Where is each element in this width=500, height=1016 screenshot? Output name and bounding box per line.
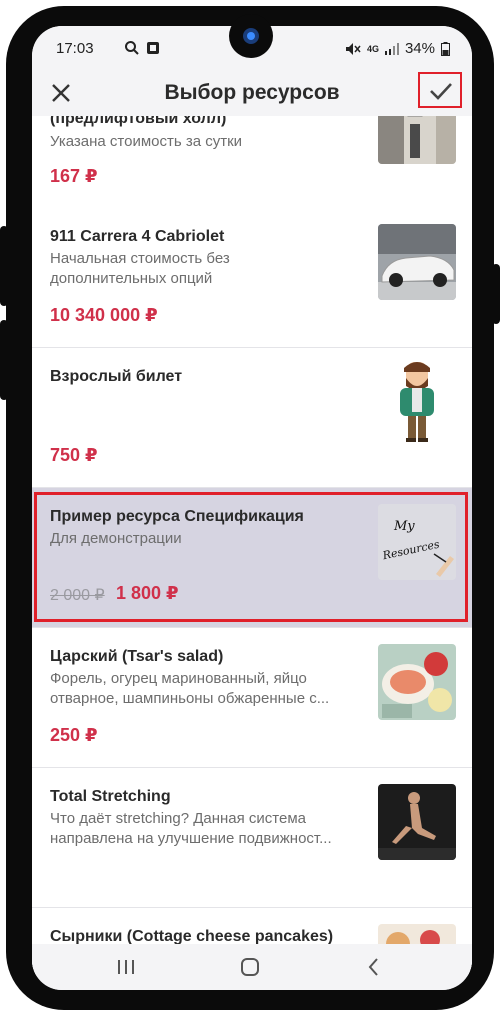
screenshot-icon — [147, 42, 159, 54]
screen: 17:03 4G 34% Выбор ресурсов (предлифтовы… — [32, 26, 472, 990]
item-thumbnail — [378, 644, 456, 720]
side-button — [492, 264, 500, 324]
list-item[interactable]: Взрослый билет 750 ₽ — [32, 348, 472, 488]
item-name: 911 Carrera 4 Cabriolet — [50, 228, 225, 245]
item-thumbnail — [378, 224, 456, 300]
item-name: Пример ресурса Спецификация — [50, 508, 304, 525]
system-nav-bar — [32, 944, 472, 990]
home-icon — [241, 958, 259, 976]
item-description: Начальная стоимость без дополнительных о… — [50, 250, 230, 287]
item-name: Царский (Tsar's salad) — [50, 648, 224, 665]
mute-icon — [345, 42, 361, 55]
item-old-price: 2 000 ₽ — [50, 587, 105, 604]
list-item-selected[interactable]: Пример ресурса Спецификация Для демонстр… — [32, 488, 472, 628]
item-name: Total Stretching — [50, 788, 171, 805]
search-icon — [125, 41, 139, 55]
item-thumbnail — [378, 116, 456, 164]
item-price: 167 ₽ — [50, 166, 98, 186]
back-button[interactable] — [359, 954, 389, 980]
item-thumbnail — [378, 784, 456, 860]
item-price: 10 340 000 ₽ — [50, 305, 158, 325]
item-description: Что даёт stretching? Данная система напр… — [50, 810, 332, 847]
status-time: 17:03 — [56, 40, 94, 57]
signal-icon — [384, 42, 399, 55]
item-name: (предлифтовый холл) — [50, 116, 227, 127]
resource-list: (предлифтовый холл) Указана стоимость за… — [32, 116, 472, 976]
back-icon — [368, 958, 378, 976]
list-item[interactable]: Царский (Tsar's salad) Форель, огурец ма… — [32, 628, 472, 768]
power-button — [0, 320, 8, 400]
recent-apps-button[interactable] — [111, 954, 141, 980]
network-type: 4G — [366, 43, 379, 54]
item-description: Для демонстрации — [50, 530, 182, 547]
page-title: Выбор ресурсов — [164, 81, 340, 104]
item-name: Взрослый билет — [50, 368, 183, 385]
recent-apps-icon — [118, 960, 134, 974]
battery-icon — [441, 41, 450, 56]
item-description: Указана стоимость за сутки — [50, 133, 243, 150]
list-item[interactable]: (предлифтовый холл) Указана стоимость за… — [32, 116, 472, 209]
status-left-icons — [124, 40, 160, 56]
list-item[interactable]: 911 Carrera 4 Cabriolet Начальная стоимо… — [32, 208, 472, 348]
item-price: 250 ₽ — [50, 725, 98, 745]
item-description: Форель, огурец маринованный, яйцо отварн… — [50, 670, 330, 707]
list-item[interactable]: Total Stretching Что даёт stretching? Да… — [32, 768, 472, 908]
app-bar: Выбор ресурсов — [32, 72, 472, 116]
confirm-button[interactable] — [418, 72, 462, 108]
thumb-text-my: My — [393, 519, 415, 534]
item-thumbnail: My Resources — [378, 504, 456, 580]
battery-percent: 34% — [404, 40, 435, 57]
front-camera — [229, 14, 273, 58]
status-right-icons: 4G 34% — [345, 40, 450, 57]
checkmark-icon — [430, 83, 452, 100]
item-price: 750 ₽ — [50, 445, 98, 465]
home-button[interactable] — [235, 954, 265, 980]
volume-button — [0, 226, 8, 306]
item-thumbnail — [378, 358, 456, 444]
item-price: 1 800 ₽ — [116, 583, 179, 603]
